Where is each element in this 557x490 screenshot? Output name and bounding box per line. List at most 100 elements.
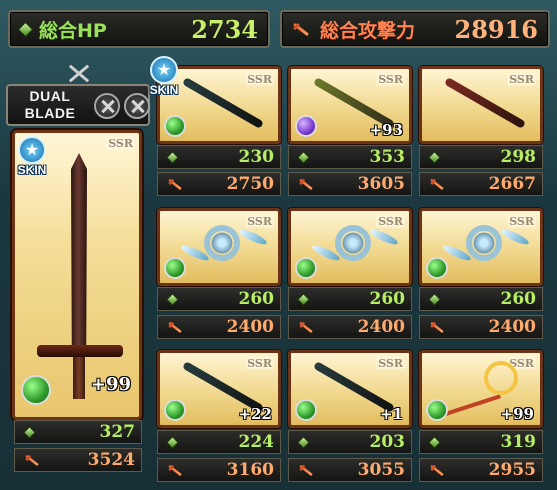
hp-diamond-icon — [297, 292, 310, 306]
attack-sword-icon — [297, 178, 316, 190]
weapon-slot-2[interactable]: SSR +93 — [288, 66, 412, 144]
weapon-slot-7[interactable]: SSR +22 — [157, 350, 281, 428]
main-sword-guard — [37, 345, 123, 357]
skin-label: SKIN — [149, 83, 179, 97]
slot-2-atk-value: 3605 — [357, 174, 405, 194]
weapon-class-label: DUAL BLADE — [16, 88, 84, 122]
slot-6-atk: 2400 — [419, 315, 543, 339]
slot-4-hp: 260 — [157, 287, 281, 311]
hp-diamond-icon — [428, 150, 441, 164]
slot-8-hp: 203 — [288, 430, 412, 454]
slot-4-atk: 2400 — [157, 315, 281, 339]
weapon-slot-3[interactable]: SSR — [419, 66, 543, 144]
hp-diamond-icon — [166, 435, 179, 449]
main-weapon-atk: 3524 — [14, 448, 142, 472]
wind-element-icon — [164, 257, 186, 279]
slot-3-atk-value: 2667 — [488, 174, 536, 194]
attack-sword-icon — [297, 464, 316, 476]
total-hp-value: 2734 — [191, 14, 258, 44]
slot-9-hp-value: 319 — [500, 432, 537, 452]
dark-element-icon — [295, 115, 317, 137]
slot-5-atk-value: 2400 — [357, 317, 405, 337]
main-sword-hilt — [73, 357, 85, 399]
slot-2-hp: 353 — [288, 145, 412, 169]
wind-element-icon — [164, 399, 186, 421]
attack-sword-icon — [428, 178, 447, 190]
slot-9-atk: 2955 — [419, 458, 543, 482]
attack-sword-icon — [166, 321, 185, 333]
slot-7-atk: 3160 — [157, 458, 281, 482]
rarity-badge: SSR — [106, 137, 135, 150]
slot-6-hp: 260 — [419, 287, 543, 311]
rarity-badge: SSR — [245, 357, 274, 370]
slot-4-atk-value: 2400 — [226, 317, 274, 337]
wind-element-icon — [295, 399, 317, 421]
crossed-swords-icon — [64, 62, 94, 86]
rarity-badge: SSR — [245, 73, 274, 86]
main-weapon-atk-value: 3524 — [87, 450, 135, 470]
wind-element-icon — [164, 115, 186, 137]
hp-diamond-icon — [166, 150, 179, 164]
total-attack-value: 28916 — [454, 14, 539, 44]
slot-5-atk: 2400 — [288, 315, 412, 339]
weapon-slot-6[interactable]: SSR — [419, 208, 543, 286]
slot-5-hp: 260 — [288, 287, 412, 311]
hp-diamond-icon — [297, 150, 310, 164]
skin-star-icon: ★ — [150, 56, 178, 84]
class-label-line2: BLADE — [24, 105, 76, 121]
main-weapon-hp: 327 — [14, 420, 142, 444]
weapon-plus: +1 — [379, 405, 403, 423]
weapon-art — [335, 225, 371, 261]
slot-1-atk: 2750 — [157, 172, 281, 196]
weapon-slot-4[interactable]: SSR — [157, 208, 281, 286]
wind-element-icon — [426, 257, 448, 279]
attack-sword-icon — [23, 454, 42, 466]
hp-diamond-icon — [428, 292, 441, 306]
slot-9-hp: 319 — [419, 430, 543, 454]
skin-star-icon: ★ — [18, 136, 46, 164]
main-sword-blade — [71, 153, 87, 353]
slot-6-hp-value: 260 — [500, 289, 537, 309]
slot-8-hp-value: 203 — [369, 432, 406, 452]
slot-3-atk: 2667 — [419, 172, 543, 196]
slot-1-atk-value: 2750 — [226, 174, 274, 194]
slot-8-atk: 3055 — [288, 458, 412, 482]
wind-element-icon — [295, 257, 317, 279]
main-weapon-hp-value: 327 — [99, 422, 136, 442]
hp-diamond-icon — [166, 292, 179, 306]
rarity-badge: SSR — [376, 73, 405, 86]
weapon-class-box: DUAL BLADE — [6, 84, 150, 126]
wind-element-icon — [21, 375, 51, 405]
weapon-art — [466, 225, 502, 261]
skin-label: SKIN — [17, 163, 47, 177]
attack-sword-icon — [166, 464, 185, 476]
weapon-art — [484, 361, 518, 395]
hp-diamond-icon — [17, 21, 34, 37]
slot-1-hp-value: 230 — [238, 147, 275, 167]
weapon-slot-5[interactable]: SSR — [288, 208, 412, 286]
weapon-plus: +99 — [500, 405, 534, 423]
slot-7-hp: 224 — [157, 430, 281, 454]
attack-sword-icon — [297, 321, 316, 333]
total-attack-bar: 総合攻撃力 28916 — [280, 10, 550, 48]
slot-1-skin-badge: ★ SKIN — [146, 56, 182, 100]
weapon-plus: +93 — [369, 121, 403, 139]
slot-5-hp-value: 260 — [369, 289, 406, 309]
attack-sword-icon — [166, 178, 185, 190]
slot-8-atk-value: 3055 — [357, 460, 405, 480]
rarity-badge: SSR — [376, 215, 405, 228]
weapon-slot-9[interactable]: SSR +99 — [419, 350, 543, 428]
main-skin-badge: ★ SKIN — [14, 136, 50, 180]
rarity-badge: SSR — [507, 73, 536, 86]
slot-3-hp: 298 — [419, 145, 543, 169]
main-weapon-plus: +99 — [90, 374, 131, 395]
slot-4-hp-value: 260 — [238, 289, 275, 309]
wind-element-icon — [426, 399, 448, 421]
slot-2-atk: 3605 — [288, 172, 412, 196]
attack-sword-icon — [290, 22, 312, 36]
weapon-art — [204, 225, 240, 261]
dagger-class-icon — [94, 93, 120, 119]
weapon-slot-8[interactable]: SSR +1 — [288, 350, 412, 428]
class-label-line1: DUAL — [29, 88, 71, 104]
total-attack-label: 総合攻撃力 — [320, 19, 416, 42]
